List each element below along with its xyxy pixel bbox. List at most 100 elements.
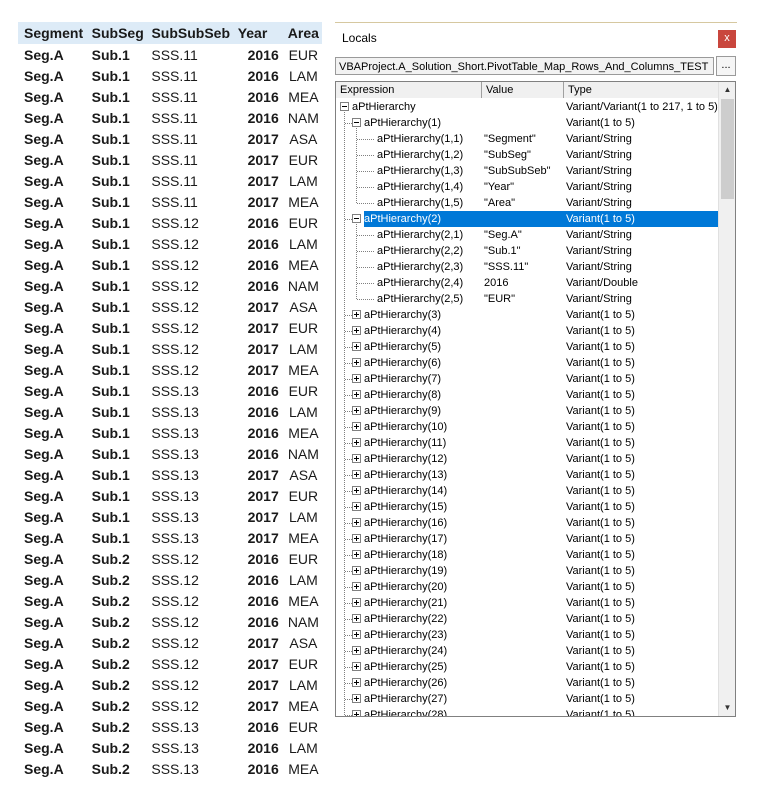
expand-icon[interactable] xyxy=(352,566,361,575)
table-cell[interactable]: Sub.1 xyxy=(92,467,152,483)
table-cell[interactable]: SSS.13 xyxy=(151,719,237,735)
table-cell[interactable]: SSS.12 xyxy=(151,656,237,672)
locals-row[interactable]: aPtHierarchy(28) Variant(1 to 5) xyxy=(336,707,718,716)
table-cell[interactable]: Seg.A xyxy=(18,740,92,756)
locals-row[interactable]: aPtHierarchy(12) Variant(1 to 5) xyxy=(336,451,718,467)
table-cell[interactable]: ASA xyxy=(285,635,322,651)
expand-icon[interactable] xyxy=(352,422,361,431)
table-cell[interactable]: Seg.A xyxy=(18,131,92,147)
header-cell[interactable]: SubSeg xyxy=(92,25,152,41)
table-cell[interactable]: SSS.11 xyxy=(151,131,237,147)
locals-row[interactable]: aPtHierarchy(1,5) "Area" Variant/String xyxy=(336,195,718,211)
vertical-scrollbar[interactable]: ▲ ▼ xyxy=(718,82,735,716)
table-cell[interactable]: 2016 xyxy=(238,425,285,441)
table-cell[interactable]: Sub.2 xyxy=(92,593,152,609)
table-cell[interactable]: Sub.1 xyxy=(92,215,152,231)
table-cell[interactable]: Seg.A xyxy=(18,89,92,105)
table-cell[interactable]: Seg.A xyxy=(18,551,92,567)
column-header-type[interactable]: Type xyxy=(564,82,718,98)
table-cell[interactable]: Seg.A xyxy=(18,677,92,693)
table-cell[interactable]: Seg.A xyxy=(18,593,92,609)
table-cell[interactable]: 2017 xyxy=(238,131,285,147)
table-cell[interactable]: 2016 xyxy=(238,761,285,777)
table-cell[interactable]: Sub.2 xyxy=(92,719,152,735)
expand-icon[interactable] xyxy=(352,582,361,591)
table-cell[interactable]: Sub.2 xyxy=(92,761,152,777)
table-cell[interactable]: Seg.A xyxy=(18,320,92,336)
table-cell[interactable]: SSS.11 xyxy=(151,194,237,210)
locals-row[interactable]: aPtHierarchy(23) Variant(1 to 5) xyxy=(336,627,718,643)
table-cell[interactable]: Sub.2 xyxy=(92,698,152,714)
table-cell[interactable]: Sub.1 xyxy=(92,278,152,294)
table-cell[interactable]: Sub.1 xyxy=(92,488,152,504)
table-cell[interactable]: Seg.A xyxy=(18,488,92,504)
table-cell[interactable]: Sub.2 xyxy=(92,551,152,567)
table-cell[interactable]: Seg.A xyxy=(18,383,92,399)
locals-row[interactable]: aPtHierarchy(7) Variant(1 to 5) xyxy=(336,371,718,387)
locals-row[interactable]: aPtHierarchy(24) Variant(1 to 5) xyxy=(336,643,718,659)
locals-row[interactable]: aPtHierarchy(15) Variant(1 to 5) xyxy=(336,499,718,515)
table-cell[interactable]: SSS.13 xyxy=(151,488,237,504)
locals-row[interactable]: aPtHierarchy(3) Variant(1 to 5) xyxy=(336,307,718,323)
table-cell[interactable]: SSS.12 xyxy=(151,635,237,651)
table-cell[interactable]: 2017 xyxy=(238,362,285,378)
table-cell[interactable]: Sub.1 xyxy=(92,362,152,378)
expand-icon[interactable] xyxy=(352,710,361,716)
table-cell[interactable]: Sub.1 xyxy=(92,194,152,210)
scrollbar-thumb[interactable] xyxy=(721,99,734,199)
table-cell[interactable]: Sub.1 xyxy=(92,509,152,525)
expand-icon[interactable] xyxy=(352,678,361,687)
table-cell[interactable]: 2017 xyxy=(238,488,285,504)
triangle-down-icon[interactable]: ▼ xyxy=(719,700,735,716)
table-cell[interactable]: Sub.1 xyxy=(92,236,152,252)
table-cell[interactable]: SSS.13 xyxy=(151,404,237,420)
table-cell[interactable]: 2017 xyxy=(238,194,285,210)
locals-row[interactable]: aPtHierarchy(2,2) "Sub.1" Variant/String xyxy=(336,243,718,259)
table-cell[interactable]: SSS.12 xyxy=(151,551,237,567)
table-cell[interactable]: SSS.13 xyxy=(151,740,237,756)
locals-row[interactable]: aPtHierarchy Variant/Variant(1 to 217, 1 … xyxy=(336,99,718,115)
table-cell[interactable]: SSS.11 xyxy=(151,68,237,84)
table-cell[interactable]: Sub.2 xyxy=(92,677,152,693)
table-cell[interactable]: Seg.A xyxy=(18,656,92,672)
table-cell[interactable]: MEA xyxy=(285,530,322,546)
table-cell[interactable]: SSS.11 xyxy=(151,173,237,189)
table-cell[interactable]: Seg.A xyxy=(18,572,92,588)
table-cell[interactable]: 2017 xyxy=(238,656,285,672)
expand-icon[interactable] xyxy=(352,406,361,415)
table-cell[interactable]: 2017 xyxy=(238,698,285,714)
locals-row[interactable]: aPtHierarchy(18) Variant(1 to 5) xyxy=(336,547,718,563)
locals-row[interactable]: aPtHierarchy(19) Variant(1 to 5) xyxy=(336,563,718,579)
table-cell[interactable]: Sub.1 xyxy=(92,89,152,105)
table-cell[interactable]: 2017 xyxy=(238,173,285,189)
table-cell[interactable]: 2016 xyxy=(238,89,285,105)
expand-icon[interactable] xyxy=(352,550,361,559)
table-cell[interactable]: EUR xyxy=(285,551,322,567)
header-cell[interactable]: Segment xyxy=(18,25,92,41)
table-cell[interactable]: SSS.12 xyxy=(151,257,237,273)
table-cell[interactable]: Sub.1 xyxy=(92,425,152,441)
locals-row[interactable]: aPtHierarchy(13) Variant(1 to 5) xyxy=(336,467,718,483)
table-cell[interactable]: SSS.13 xyxy=(151,425,237,441)
table-cell[interactable]: 2017 xyxy=(238,530,285,546)
table-cell[interactable]: Sub.1 xyxy=(92,404,152,420)
table-cell[interactable]: Seg.A xyxy=(18,299,92,315)
table-cell[interactable]: Seg.A xyxy=(18,698,92,714)
table-cell[interactable]: 2016 xyxy=(238,236,285,252)
table-cell[interactable]: EUR xyxy=(285,152,322,168)
table-cell[interactable]: EUR xyxy=(285,719,322,735)
table-cell[interactable]: MEA xyxy=(285,89,322,105)
table-cell[interactable]: 2016 xyxy=(238,446,285,462)
table-cell[interactable]: Seg.A xyxy=(18,635,92,651)
table-cell[interactable]: Seg.A xyxy=(18,173,92,189)
table-cell[interactable]: SSS.13 xyxy=(151,383,237,399)
table-cell[interactable]: ASA xyxy=(285,467,322,483)
table-cell[interactable]: LAM xyxy=(285,740,322,756)
table-cell[interactable]: EUR xyxy=(285,383,322,399)
table-cell[interactable]: 2016 xyxy=(238,215,285,231)
table-cell[interactable]: SSS.12 xyxy=(151,614,237,630)
locals-row[interactable]: aPtHierarchy(6) Variant(1 to 5) xyxy=(336,355,718,371)
locals-row[interactable]: aPtHierarchy(1) Variant(1 to 5) xyxy=(336,115,718,131)
locals-row[interactable]: aPtHierarchy(2) Variant(1 to 5) xyxy=(352,211,718,227)
table-cell[interactable]: SSS.13 xyxy=(151,446,237,462)
